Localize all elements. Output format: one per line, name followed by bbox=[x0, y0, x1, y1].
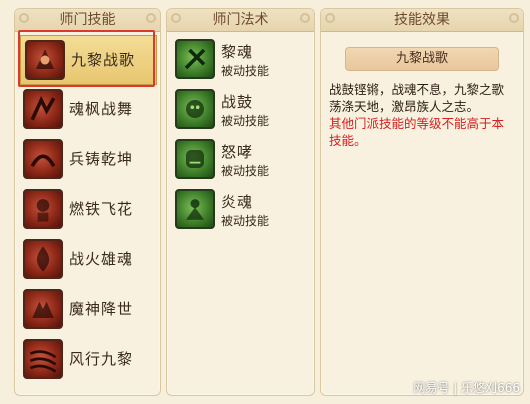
li-soul-icon bbox=[175, 39, 215, 79]
war-fire-soul-icon bbox=[23, 239, 63, 279]
header-ornament-icon bbox=[146, 13, 156, 23]
skill-name: 兵铸乾坤 bbox=[69, 150, 134, 168]
skill-effect-header: 技能效果 bbox=[321, 9, 523, 32]
school-skills-title: 师门技能 bbox=[59, 12, 116, 28]
skill-item-war-fire-soul[interactable]: 战火雄魂 bbox=[19, 235, 156, 285]
skill-item-forge-weapon[interactable]: 兵铸乾坤 bbox=[19, 135, 156, 185]
wind-walk-icon bbox=[23, 339, 63, 379]
flame-soul-icon bbox=[175, 189, 215, 229]
skill-name: 战火雄魂 bbox=[69, 250, 134, 268]
spell-item-li-soul[interactable]: 黎魂 被动技能 bbox=[171, 35, 310, 85]
skill-name: 魔神降世 bbox=[69, 300, 134, 318]
header-ornament-icon bbox=[300, 13, 310, 23]
spell-name: 战鼓 bbox=[221, 93, 254, 111]
spell-item-flame-soul[interactable]: 炎魂 被动技能 bbox=[171, 185, 310, 235]
effect-skill-name: 九黎战歌 bbox=[345, 47, 499, 71]
skill-name: 魂枫战舞 bbox=[69, 100, 134, 118]
forge-weapon-icon bbox=[23, 139, 63, 179]
spell-type: 被动技能 bbox=[221, 64, 270, 78]
spell-item-war-drum[interactable]: 战鼓 被动技能 bbox=[171, 85, 310, 135]
soul-maple-dance-icon bbox=[23, 89, 63, 129]
school-skills-header: 师门技能 bbox=[15, 9, 160, 32]
header-ornament-icon bbox=[19, 13, 29, 23]
school-spells-panel: 师门法术 黎魂 被动技能 战鼓 被动技能 怒哮 被动技能 炎魂 被动技能 bbox=[166, 8, 315, 396]
watermark: 网易号 | 乐悠刈666 bbox=[413, 381, 520, 395]
school-spells-header: 师门法术 bbox=[167, 9, 314, 32]
skill-name: 燃铁飞花 bbox=[69, 200, 134, 218]
skill-item-wind-walk[interactable]: 风行九黎 bbox=[19, 335, 156, 385]
spell-type: 被动技能 bbox=[221, 164, 270, 178]
demon-descend-icon bbox=[23, 289, 63, 329]
roar-icon bbox=[175, 139, 215, 179]
skill-item-demon-descend[interactable]: 魔神降世 bbox=[19, 285, 156, 335]
spell-type: 被动技能 bbox=[221, 114, 270, 128]
header-ornament-icon bbox=[325, 13, 335, 23]
war-drum-icon bbox=[175, 89, 215, 129]
skill-name: 风行九黎 bbox=[69, 350, 134, 368]
skill-item-soul-maple-dance[interactable]: 魂枫战舞 bbox=[19, 85, 156, 135]
skill-effect-panel: 技能效果 九黎战歌 战鼓铿锵，战魂不息，九黎之歌荡涤天地，激昂族人之志。 其他门… bbox=[320, 8, 524, 396]
spell-type: 被动技能 bbox=[221, 214, 270, 228]
header-ornament-icon bbox=[171, 13, 181, 23]
effect-note: 其他门派技能的等级不能高于本技能。 bbox=[329, 116, 505, 148]
skill-effect-title: 技能效果 bbox=[394, 12, 450, 28]
header-ornament-icon bbox=[509, 13, 519, 23]
effect-text: 战鼓铿锵，战魂不息，九黎之歌荡涤天地，激昂族人之志。 bbox=[329, 82, 505, 114]
effect-description: 战鼓铿锵，战魂不息，九黎之歌荡涤天地，激昂族人之志。 其他门派技能的等级不能高于… bbox=[329, 81, 515, 149]
spell-name: 黎魂 bbox=[221, 43, 254, 61]
spell-name: 怒哮 bbox=[221, 143, 254, 161]
burning-iron-icon bbox=[23, 189, 63, 229]
school-spells-title: 师门法术 bbox=[212, 12, 269, 28]
skill-item-burning-iron[interactable]: 燃铁飞花 bbox=[19, 185, 156, 235]
selection-highlight-frame bbox=[18, 30, 155, 87]
spell-name: 炎魂 bbox=[221, 193, 254, 211]
spell-item-roar[interactable]: 怒哮 被动技能 bbox=[171, 135, 310, 185]
